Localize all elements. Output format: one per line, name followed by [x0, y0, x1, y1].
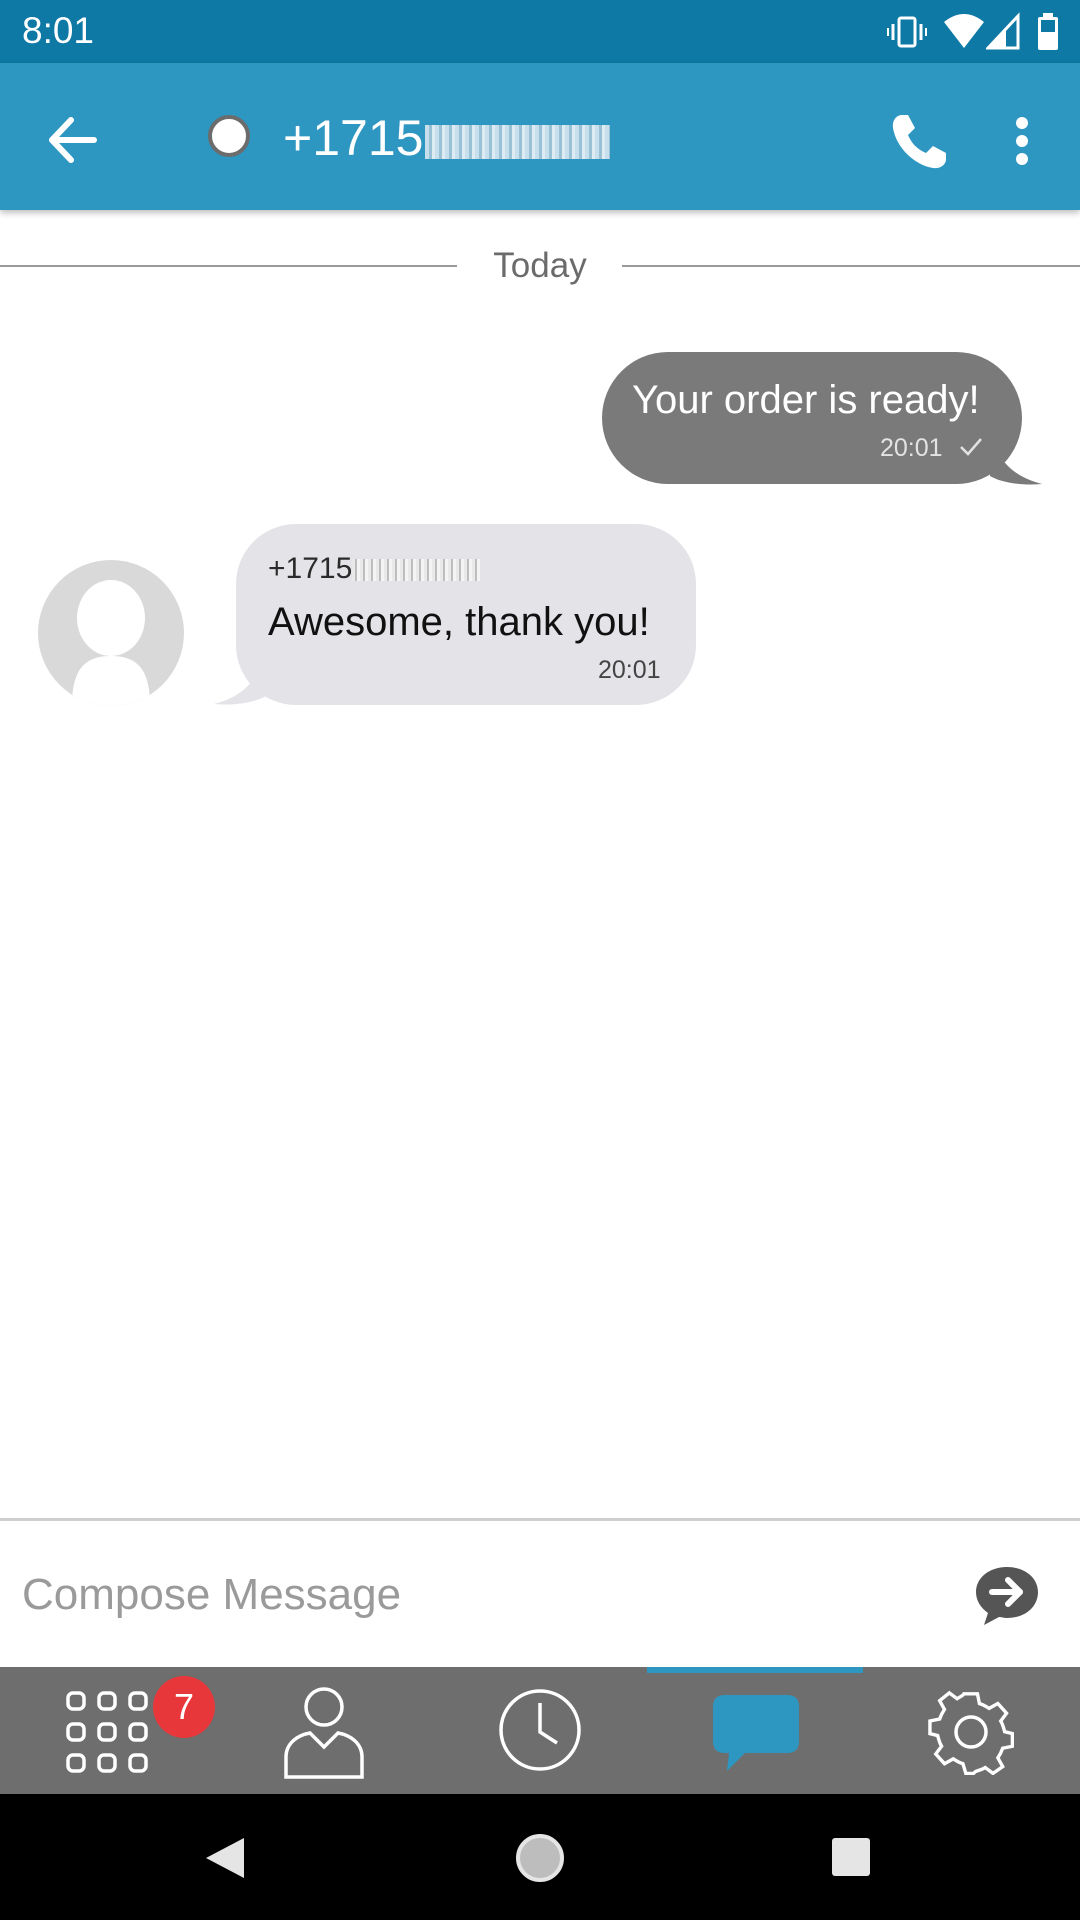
back-arrow-icon[interactable] [38, 105, 108, 175]
delivered-check-icon [960, 438, 982, 456]
avatar-placeholder-icon [72, 580, 150, 706]
system-recents-icon[interactable] [830, 1836, 872, 1878]
status-bar: 8:01 [0, 0, 1080, 63]
contact-title[interactable]: +1715 [283, 109, 611, 167]
system-navigation-bar [0, 1794, 1080, 1920]
messages-icon [713, 1695, 799, 1771]
contact-name-text: +1715 [283, 110, 424, 166]
send-icon[interactable] [972, 1563, 1042, 1629]
nav-contacts[interactable] [216, 1667, 432, 1794]
divider-line-left [0, 265, 457, 267]
dialpad-icon [66, 1691, 148, 1773]
incoming-sender: +1715 [268, 552, 481, 586]
incoming-bubble-tail [214, 658, 266, 705]
date-divider-label: Today [493, 246, 587, 285]
wifi-icon [944, 14, 984, 48]
recents-icon [499, 1689, 581, 1771]
redacted-number [425, 124, 611, 159]
presence-status-indicator [208, 115, 250, 157]
incoming-message-text: Awesome, thank you! [268, 600, 650, 644]
outgoing-message-time: 20:01 [880, 434, 943, 462]
nav-settings[interactable] [864, 1667, 1080, 1794]
more-options-icon[interactable] [1000, 101, 1044, 181]
contact-avatar[interactable] [38, 560, 184, 706]
outgoing-bubble-tail [990, 440, 1042, 485]
app-bar: +1715 [0, 63, 1080, 210]
settings-icon [928, 1690, 1014, 1775]
status-time: 8:01 [22, 10, 95, 51]
nav-messages[interactable] [648, 1667, 864, 1794]
outgoing-message-text: Your order is ready! [632, 378, 980, 422]
compose-separator [0, 1518, 1080, 1521]
contacts-icon [284, 1687, 364, 1779]
battery-icon [1038, 13, 1058, 50]
compose-message-input[interactable] [22, 1560, 922, 1630]
phone-icon[interactable] [880, 101, 960, 181]
incoming-sender-text: +1715 [268, 552, 353, 585]
signal-icon [986, 12, 1020, 50]
vibrate-icon [887, 16, 927, 48]
active-tab-indicator [647, 1667, 863, 1673]
dialpad-badge: 7 [153, 1676, 215, 1738]
nav-recents[interactable] [432, 1667, 648, 1794]
system-home-icon[interactable] [514, 1832, 566, 1884]
redacted-number [352, 559, 481, 582]
divider-line-right [622, 265, 1080, 267]
system-back-icon[interactable] [200, 1834, 248, 1882]
incoming-message-time: 20:01 [598, 656, 661, 684]
